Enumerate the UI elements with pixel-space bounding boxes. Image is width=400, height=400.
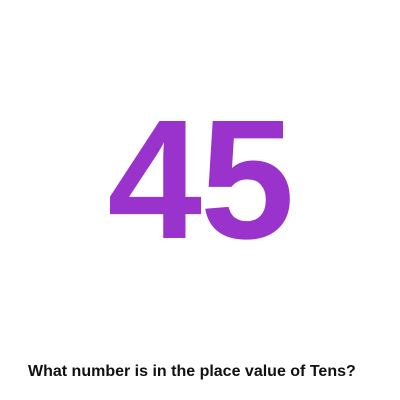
quiz-card: 45 What number is in the place value of … (0, 0, 400, 400)
number-display: 45 (107, 85, 294, 275)
question-text: What number is in the place value of Ten… (28, 363, 356, 380)
